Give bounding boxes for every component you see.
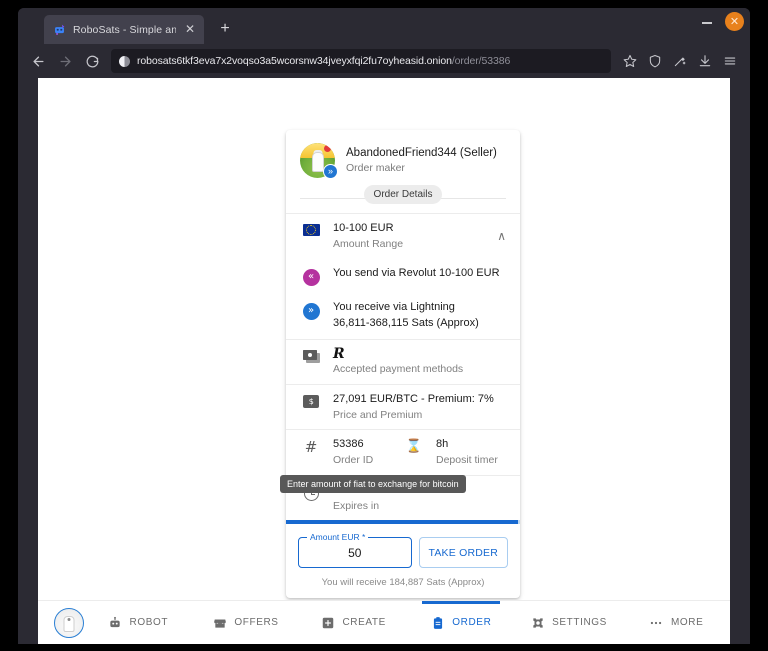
nav-item-settings[interactable]: SETTINGS — [515, 601, 623, 644]
price-label: Price and Premium — [333, 408, 423, 421]
receive-chevrons-icon: » — [300, 300, 322, 320]
receive-approx-note: You will receive 184,887 Sats (Approx) — [321, 577, 485, 589]
reload-icon[interactable] — [80, 49, 104, 73]
nav-item-offers[interactable]: OFFERS — [192, 601, 300, 644]
back-arrow-icon[interactable] — [26, 49, 50, 73]
nav-label-settings: SETTINGS — [552, 617, 607, 628]
nav-label-more: MORE — [670, 617, 704, 628]
maker-info: AbandonedFriend344 (Seller) Order maker — [346, 146, 497, 176]
payment-methods-label: Accepted payment methods — [333, 362, 464, 375]
plus-box-icon — [320, 615, 335, 630]
robosats-favicon — [53, 23, 66, 36]
close-window-button[interactable]: ✕ — [725, 12, 744, 31]
order-maker-row: » AbandonedFriend344 (Seller) Order make… — [286, 130, 520, 188]
deposit-timer-value: 8h — [436, 438, 449, 451]
star-icon[interactable] — [618, 49, 642, 73]
order-details-chip: Order Details — [363, 185, 443, 204]
download-icon[interactable] — [693, 49, 717, 73]
tab-strip: RoboSats - Simple and Priva ✕ + ✕ — [18, 8, 750, 44]
amount-range-value: 10-100 EUR — [333, 222, 394, 234]
revolut-logo: R — [333, 345, 345, 362]
row-payment-methods: R Accepted payment methods — [286, 340, 520, 384]
maker-role: Order maker — [346, 162, 405, 175]
amount-input-label: Amount EUR * — [307, 532, 369, 543]
new-tab-button[interactable]: + — [212, 16, 238, 42]
take-order-area: Amount EUR * TAKE ORDER You will receive… — [286, 524, 520, 598]
avatar[interactable]: » — [300, 143, 338, 179]
deposit-timer-label: Deposit timer — [436, 454, 498, 467]
amount-input[interactable] — [299, 545, 411, 560]
row-amount-range[interactable]: 10-100 EUR Amount Range ∧ — [286, 214, 520, 259]
url-path: /order/53386 — [451, 55, 511, 67]
browser-window: RoboSats - Simple and Priva ✕ + ✕ rob — [18, 8, 750, 644]
tab-title: RoboSats - Simple and Priva — [73, 23, 176, 36]
chevron-up-icon[interactable]: ∧ — [497, 229, 506, 243]
nav-item-robot[interactable]: ROBOT — [84, 601, 192, 644]
nav-robot-avatar[interactable] — [54, 607, 84, 638]
take-order-button[interactable]: TAKE ORDER — [418, 537, 508, 569]
ellipsis-icon — [649, 615, 664, 630]
toolbar-right-group — [618, 49, 742, 73]
forward-arrow-icon[interactable] — [53, 49, 77, 73]
cash-icon — [300, 347, 322, 363]
nav-label-create: CREATE — [342, 617, 386, 628]
order-id-label: Order ID — [333, 454, 374, 467]
url-bar[interactable]: robosats6tkf3eva7x2voqso3a5wcorsnw34jvey… — [111, 49, 611, 73]
orderid-timer-section: # 53386 Order ID ⌛ 8h Deposit timer — [286, 429, 520, 475]
hourglass-icon: ⌛ — [405, 439, 423, 455]
desktop-background: RoboSats - Simple and Priva ✕ + ✕ rob — [0, 0, 768, 651]
nav-label-offers: OFFERS — [234, 617, 279, 628]
order-details-card: » AbandonedFriend344 (Seller) Order make… — [286, 130, 520, 599]
storefront-icon — [212, 615, 227, 630]
deposit-timer-group: ⌛ 8h Deposit timer — [403, 437, 506, 468]
nav-item-order[interactable]: ORDER — [407, 601, 515, 644]
nav-label-order: ORDER — [452, 617, 492, 628]
browser-toolbar: robosats6tkf3eva7x2voqso3a5wcorsnw34jvey… — [18, 44, 750, 78]
amount-input-wrapper[interactable]: Amount EUR * — [298, 532, 412, 569]
you-send-text: You send via Revolut 10-100 EUR — [333, 266, 500, 279]
amount-section: 10-100 EUR Amount Range ∧ « You send via… — [286, 213, 520, 339]
order-id-value: 53386 — [333, 438, 364, 451]
row-price-premium: $ 27,091 EUR/BTC - Premium: 7% Price and… — [286, 385, 520, 430]
payment-methods-section: R Accepted payment methods — [286, 338, 520, 384]
you-receive-sats: 36,811-368,115 Sats (Approx) — [333, 316, 479, 329]
nav-items: ROBOT OFFERS CREATE ORDER SETTINGS MORE — [84, 601, 730, 644]
window-controls: ✕ — [699, 12, 744, 31]
settings-icon — [530, 615, 545, 630]
browser-tab-robosats[interactable]: RoboSats - Simple and Priva ✕ — [44, 15, 204, 44]
maker-nickname: AbandonedFriend344 (Seller) — [346, 146, 497, 159]
nav-label-robot: ROBOT — [129, 617, 169, 628]
price-value: 27,091 EUR/BTC - Premium: 7% — [333, 392, 494, 405]
nav-item-create[interactable]: CREATE — [299, 601, 407, 644]
shield-icon[interactable] — [643, 49, 667, 73]
order-id-group: # 53386 Order ID — [300, 437, 403, 468]
send-chevrons-icon: « — [300, 266, 322, 286]
expires-in-label: Expires in — [333, 499, 380, 512]
clipboard-icon — [430, 615, 445, 630]
row-you-receive: » You receive via Lightning 36,811-368,1… — [286, 293, 520, 339]
hash-icon: # — [304, 438, 318, 457]
row-orderid-deposit: # 53386 Order ID ⌛ 8h Deposit timer — [286, 430, 520, 475]
tab-close-icon[interactable]: ✕ — [183, 22, 197, 37]
nav-item-more[interactable]: MORE — [622, 601, 730, 644]
seller-badge-icon: » — [323, 164, 338, 179]
amount-range-label: Amount Range — [333, 237, 404, 250]
bottom-navigation: ROBOT OFFERS CREATE ORDER SETTINGS MORE — [38, 600, 730, 644]
eu-flag-icon — [300, 221, 322, 236]
magic-wand-icon[interactable] — [668, 49, 692, 73]
tor-circuit-icon — [119, 55, 130, 67]
url-host: robosats6tkf3eva7x2voqso3a5wcorsnw34jvey… — [137, 55, 452, 67]
url-text: robosats6tkf3eva7x2voqso3a5wcorsnw34jvey… — [137, 55, 510, 67]
you-receive-text: You receive via Lightning — [333, 300, 455, 313]
order-details-divider: Order Details — [286, 185, 520, 213]
price-section: $ 27,091 EUR/BTC - Premium: 7% Price and… — [286, 383, 520, 430]
row-you-send: « You send via Revolut 10-100 EUR — [286, 259, 520, 293]
minimize-button[interactable] — [699, 14, 715, 30]
price-tag-icon: $ — [300, 392, 322, 408]
amount-input-tooltip: Enter amount of fiat to exchange for bit… — [280, 475, 466, 493]
page-viewport: » AbandonedFriend344 (Seller) Order make… — [38, 78, 730, 644]
robot-icon — [108, 615, 123, 630]
hamburger-menu-icon[interactable] — [718, 49, 742, 73]
